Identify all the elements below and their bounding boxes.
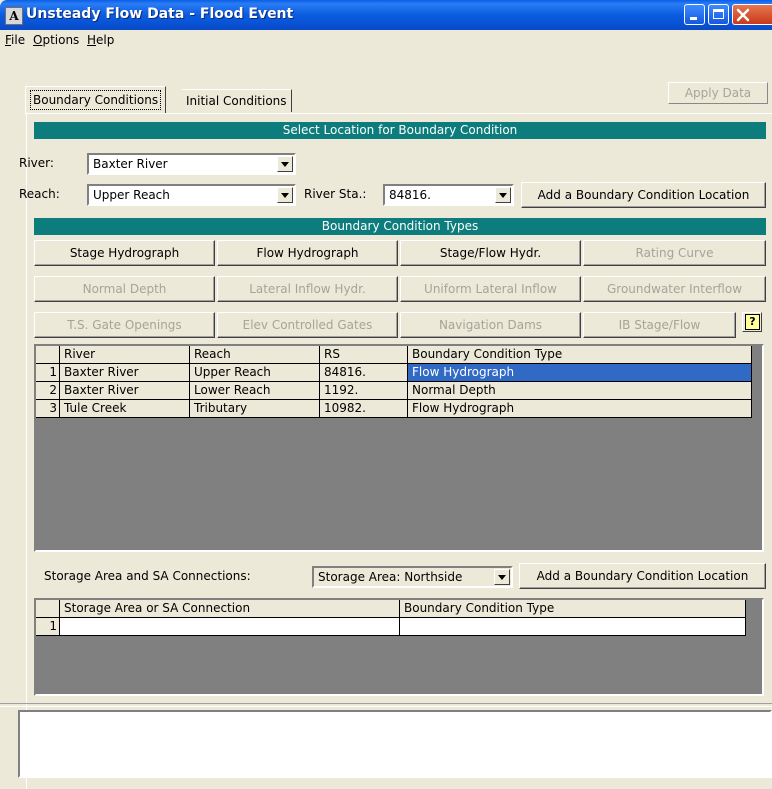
- bc-row-number: 3: [36, 400, 60, 418]
- bc-cell-reach[interactable]: Lower Reach: [190, 382, 320, 400]
- bc-type-button-normal-depth[interactable]: Normal Depth: [34, 276, 215, 302]
- location-section-header: Select Location for Boundary Condition: [34, 122, 766, 139]
- bc-table[interactable]: River Reach RS Boundary Condition Type 1…: [34, 344, 764, 552]
- minimize-button[interactable]: [684, 4, 705, 25]
- bc-type-button-uniform-lateral-inflow[interactable]: Uniform Lateral Inflow: [400, 276, 581, 302]
- storage-area-label: Storage Area and SA Connections:: [44, 569, 251, 583]
- add-bc-location-button[interactable]: Add a Boundary Condition Location: [521, 182, 766, 208]
- river-select-value: Baxter River: [93, 157, 168, 171]
- bc-type-button-flow-hydrograph[interactable]: Flow Hydrograph: [217, 240, 398, 266]
- river-sta-label: River Sta.:: [304, 187, 367, 201]
- sa-table-corner: [36, 600, 60, 618]
- storage-area-select[interactable]: Storage Area: Northside: [312, 566, 513, 588]
- message-box[interactable]: [18, 710, 772, 778]
- bc-type-button-rating-curve[interactable]: Rating Curve: [583, 240, 766, 266]
- separator: [0, 703, 772, 707]
- bc-row-number: 2: [36, 382, 60, 400]
- unsteady-flow-window: A Unsteady Flow Data - Flood Event File …: [0, 0, 772, 789]
- menu-options[interactable]: Options: [33, 33, 79, 47]
- bc-col-rs[interactable]: RS: [320, 346, 408, 364]
- bc-col-river[interactable]: River: [60, 346, 190, 364]
- bc-table-corner: [36, 346, 60, 364]
- river-sta-select[interactable]: 84816.: [383, 184, 514, 206]
- bc-type-button-ib-stage-flow[interactable]: IB Stage/Flow: [583, 312, 736, 338]
- sa-row-number: 1: [36, 618, 60, 636]
- bc-cell-type[interactable]: Flow Hydrograph: [408, 364, 752, 382]
- chevron-down-icon[interactable]: [495, 187, 511, 203]
- add-sa-bc-location-button[interactable]: Add a Boundary Condition Location: [519, 563, 766, 589]
- bc-cell-type[interactable]: Flow Hydrograph: [408, 400, 752, 418]
- tab-initial-label: Initial Conditions: [186, 94, 287, 108]
- bc-type-button-stage-flow-hydr[interactable]: Stage/Flow Hydr.: [400, 240, 581, 266]
- bc-cell-rs[interactable]: 10982.: [320, 400, 408, 418]
- tab-boundary-conditions[interactable]: Boundary Conditions: [25, 86, 167, 114]
- bc-type-button-lateral-inflow-hydr[interactable]: Lateral Inflow Hydr.: [217, 276, 398, 302]
- tab-boundary-label: Boundary Conditions: [30, 90, 162, 110]
- sa-cell-area[interactable]: [60, 618, 400, 636]
- bc-cell-river[interactable]: Baxter River: [60, 364, 190, 382]
- bc-cell-reach[interactable]: Upper Reach: [190, 364, 320, 382]
- maximize-button[interactable]: [708, 4, 729, 25]
- tab-initial-conditions[interactable]: Initial Conditions: [182, 89, 292, 112]
- menu-file[interactable]: File: [5, 33, 25, 47]
- river-label: River:: [19, 156, 54, 170]
- storage-area-select-value: Storage Area: Northside: [318, 570, 463, 584]
- menu-bar: File Options Help: [0, 30, 772, 50]
- bc-type-button-t-s-gate-openings[interactable]: T.S. Gate Openings: [34, 312, 215, 338]
- bc-cell-river[interactable]: Tule Creek: [60, 400, 190, 418]
- menu-help[interactable]: Help: [87, 33, 114, 47]
- reach-label: Reach:: [19, 187, 60, 201]
- bc-type-button-groundwater-interflow[interactable]: Groundwater Interflow: [583, 276, 766, 302]
- bc-type-button-elev-controlled-gates[interactable]: Elev Controlled Gates: [217, 312, 398, 338]
- apply-data-button[interactable]: Apply Data: [668, 82, 768, 104]
- chevron-down-icon[interactable]: [494, 569, 510, 585]
- bc-col-type[interactable]: Boundary Condition Type: [408, 346, 752, 364]
- sa-table[interactable]: Storage Area or SA Connection Boundary C…: [34, 598, 764, 696]
- bc-cell-reach[interactable]: Tributary: [190, 400, 320, 418]
- river-sta-select-value: 84816.: [389, 188, 431, 202]
- chevron-down-icon[interactable]: [277, 187, 293, 203]
- types-section-header: Boundary Condition Types: [34, 218, 766, 235]
- bc-type-button-navigation-dams[interactable]: Navigation Dams: [400, 312, 581, 338]
- sa-col-area[interactable]: Storage Area or SA Connection: [60, 600, 400, 618]
- reach-select[interactable]: Upper Reach: [87, 184, 296, 206]
- close-button[interactable]: [732, 4, 772, 25]
- river-select[interactable]: Baxter River: [87, 153, 296, 175]
- reach-select-value: Upper Reach: [93, 188, 170, 202]
- help-button[interactable]: ?: [742, 312, 762, 332]
- sa-cell-type[interactable]: [400, 618, 746, 636]
- bc-cell-river[interactable]: Baxter River: [60, 382, 190, 400]
- sa-col-type[interactable]: Boundary Condition Type: [400, 600, 746, 618]
- close-icon: [736, 8, 750, 22]
- app-icon[interactable]: A: [5, 7, 23, 25]
- bc-cell-rs[interactable]: 1192.: [320, 382, 408, 400]
- title-bar[interactable]: A Unsteady Flow Data - Flood Event: [0, 0, 772, 30]
- bc-cell-type[interactable]: Normal Depth: [408, 382, 752, 400]
- bc-row-number: 1: [36, 364, 60, 382]
- bc-col-reach[interactable]: Reach: [190, 346, 320, 364]
- chevron-down-icon[interactable]: [277, 156, 293, 172]
- bc-cell-rs[interactable]: 84816.: [320, 364, 408, 382]
- help-icon: ?: [745, 314, 760, 330]
- window-title: Unsteady Flow Data - Flood Event: [26, 6, 294, 22]
- bc-type-button-stage-hydrograph[interactable]: Stage Hydrograph: [34, 240, 215, 266]
